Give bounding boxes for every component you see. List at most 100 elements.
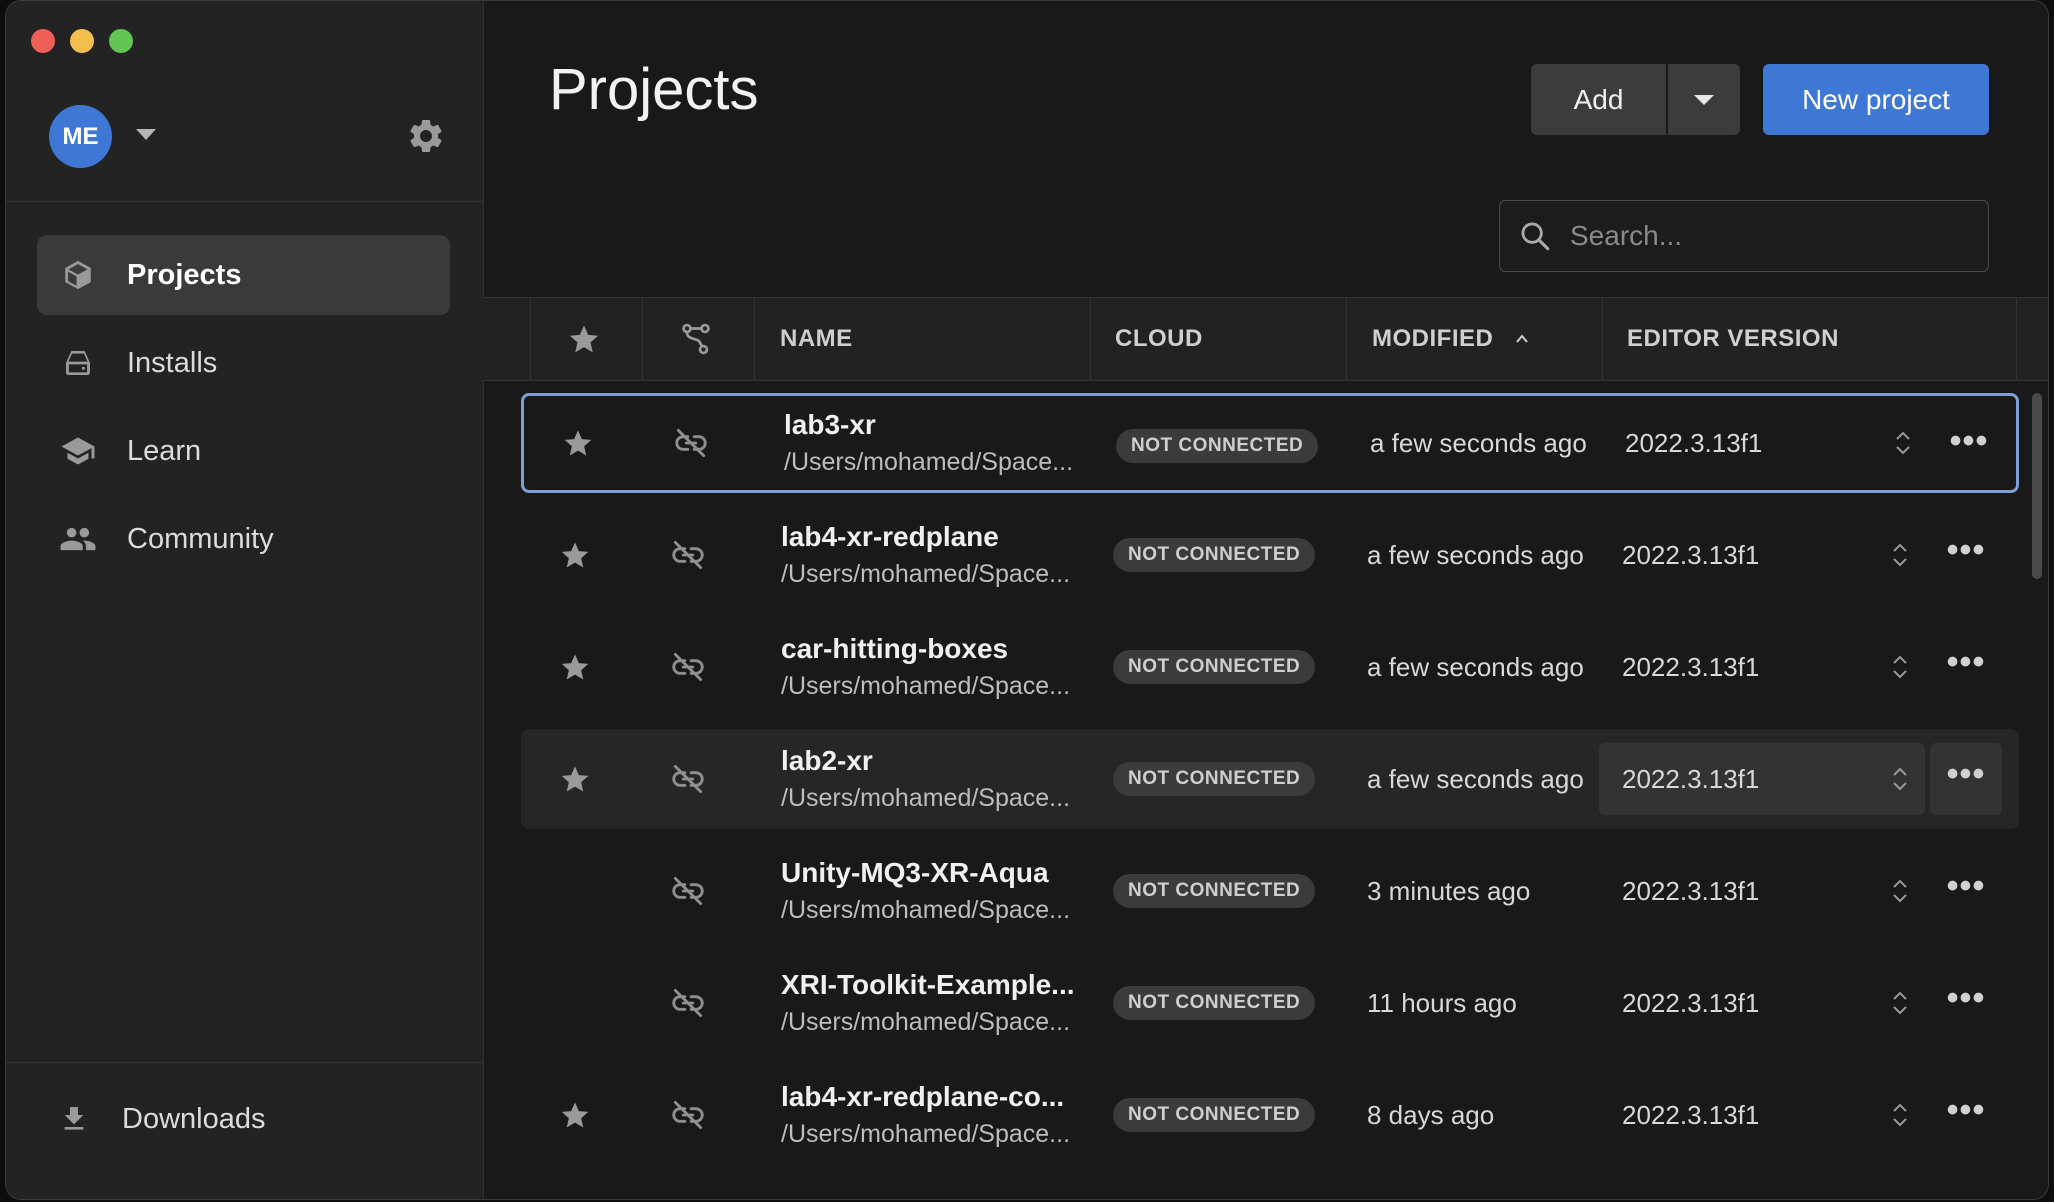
- downloads-label: Downloads: [122, 1102, 266, 1135]
- ellipsis-icon: •••: [1946, 979, 1986, 1017]
- column-header-cloud[interactable]: CLOUD: [1115, 298, 1203, 380]
- link-off-icon: [672, 876, 704, 906]
- more-options-button[interactable]: •••: [1933, 410, 2005, 482]
- ellipsis-icon: •••: [1946, 755, 1986, 793]
- project-path: /Users/mohamed/Space...: [781, 1008, 1071, 1036]
- chevron-up-down-icon[interactable]: [1893, 396, 1913, 490]
- modified-time: a few seconds ago: [1367, 763, 1584, 794]
- project-name-cell[interactable]: XRI-Toolkit-Example... /Users/mohamed/Sp…: [781, 953, 1075, 1053]
- avatar[interactable]: ME: [49, 105, 112, 168]
- column-header-branch[interactable]: [678, 298, 714, 380]
- downloads-button[interactable]: Downloads: [56, 1101, 265, 1137]
- project-name: lab4-xr-redplane: [781, 521, 999, 552]
- project-path: /Users/mohamed/Space...: [781, 784, 1071, 812]
- column-header-name[interactable]: NAME: [780, 298, 853, 380]
- cloud-link-status: [669, 953, 709, 1053]
- chevron-up-down-icon[interactable]: [1890, 617, 1910, 717]
- sidebar-item-community[interactable]: Community: [37, 499, 450, 579]
- sidebar: ME Projects Installs Learn Community Dow…: [6, 1, 484, 1199]
- favorite-toggle[interactable]: [559, 617, 599, 717]
- table-header: NAME CLOUD MODIFIED EDITOR VERSION: [483, 297, 2048, 381]
- editor-version: 2022.3.13f1: [1622, 651, 1760, 682]
- sidebar-item-installs[interactable]: Installs: [37, 323, 450, 403]
- column-header-modified[interactable]: MODIFIED: [1372, 298, 1529, 380]
- project-path: /Users/mohamed/Space...: [781, 1120, 1071, 1148]
- add-dropdown-button[interactable]: [1668, 64, 1740, 135]
- close-window-button[interactable]: [31, 29, 55, 53]
- column-divider: [754, 298, 755, 380]
- modified-time: a few seconds ago: [1367, 539, 1584, 570]
- project-path: /Users/mohamed/Space...: [781, 896, 1071, 924]
- project-path: /Users/mohamed/Space...: [781, 672, 1071, 700]
- chevron-up-down-icon[interactable]: [1890, 841, 1910, 941]
- more-options-button[interactable]: •••: [1930, 967, 2002, 1039]
- favorite-toggle[interactable]: [562, 396, 602, 490]
- link-off-icon: [672, 1100, 704, 1130]
- project-path: /Users/mohamed/Space...: [781, 560, 1071, 588]
- table-row[interactable]: lab2-xr /Users/mohamed/Space... NOT CONN…: [521, 729, 2019, 829]
- chevron-down-icon: [1694, 94, 1714, 105]
- column-divider: [1346, 298, 1347, 380]
- cloud-status-badge: NOT CONNECTED: [1113, 762, 1316, 796]
- table-row[interactable]: lab4-xr-redplane /Users/mohamed/Space...…: [521, 505, 2019, 605]
- project-name: Unity-MQ3-XR-Aqua: [781, 857, 1049, 888]
- favorite-toggle[interactable]: [559, 729, 599, 829]
- zoom-window-button[interactable]: [109, 29, 133, 53]
- scrollbar[interactable]: [2032, 393, 2042, 579]
- search-input[interactable]: [1568, 219, 1952, 253]
- project-name-cell[interactable]: lab4-xr-redplane /Users/mohamed/Space...: [781, 505, 1070, 605]
- favorite-toggle[interactable]: [559, 505, 599, 605]
- more-options-button[interactable]: •••: [1930, 855, 2002, 927]
- table-row[interactable]: car-hitting-boxes /Users/mohamed/Space..…: [521, 617, 2019, 717]
- projects-table-body: lab3-xr /Users/mohamed/Space... NOT CONN…: [483, 379, 2048, 1199]
- project-name-cell[interactable]: lab3-xr /Users/mohamed/Space...: [784, 396, 1073, 490]
- project-name-cell[interactable]: lab4-xr-redplane-co... /Users/mohamed/Sp…: [781, 1065, 1070, 1165]
- cloud-link-status: [672, 396, 712, 490]
- modified-time: 11 hours ago: [1367, 987, 1517, 1018]
- search-box[interactable]: [1499, 200, 1989, 272]
- chevron-up-down-icon[interactable]: [1890, 953, 1910, 1053]
- cloud-link-status: [669, 505, 709, 605]
- cloud-status-badge: NOT CONNECTED: [1113, 650, 1316, 684]
- more-options-button[interactable]: •••: [1930, 631, 2002, 703]
- column-divider: [1090, 298, 1091, 380]
- editor-version: 2022.3.13f1: [1622, 875, 1760, 906]
- add-button[interactable]: Add: [1531, 64, 1666, 135]
- sidebar-item-learn[interactable]: Learn: [37, 411, 450, 491]
- editor-version: 2022.3.13f1: [1622, 763, 1760, 794]
- project-name-cell[interactable]: lab2-xr /Users/mohamed/Space...: [781, 729, 1070, 829]
- column-header-favorite[interactable]: [567, 298, 601, 380]
- star-icon: [561, 766, 589, 792]
- link-off-icon: [675, 428, 707, 458]
- more-options-button[interactable]: •••: [1930, 1079, 2002, 1151]
- cube-icon: [59, 256, 97, 294]
- more-options-button[interactable]: •••: [1930, 743, 2002, 815]
- people-icon: [59, 520, 97, 558]
- new-project-button[interactable]: New project: [1763, 64, 1989, 135]
- more-options-button[interactable]: •••: [1930, 519, 2002, 591]
- gear-icon[interactable]: [406, 116, 446, 156]
- editor-version: 2022.3.13f1: [1622, 539, 1760, 570]
- table-row[interactable]: Unity-MQ3-XR-Aqua /Users/mohamed/Space..…: [521, 841, 2019, 941]
- minimize-window-button[interactable]: [70, 29, 94, 53]
- ellipsis-icon: •••: [1946, 867, 1986, 905]
- unity-hub-window: ME Projects Installs Learn Community Dow…: [5, 0, 2049, 1200]
- sidebar-item-label: Projects: [127, 258, 242, 291]
- chevron-up-down-icon[interactable]: [1890, 1065, 1910, 1165]
- editor-version: 2022.3.13f1: [1622, 1099, 1760, 1130]
- account-menu-caret-icon[interactable]: [136, 129, 156, 140]
- column-divider: [642, 298, 643, 380]
- cloud-status-badge: NOT CONNECTED: [1113, 986, 1316, 1020]
- sidebar-item-projects[interactable]: Projects: [37, 235, 450, 315]
- column-header-editor-version[interactable]: EDITOR VERSION: [1627, 298, 1839, 380]
- chevron-up-down-icon[interactable]: [1890, 505, 1910, 605]
- ellipsis-icon: •••: [1946, 643, 1986, 681]
- ellipsis-icon: •••: [1946, 531, 1986, 569]
- table-row[interactable]: XRI-Toolkit-Example... /Users/mohamed/Sp…: [521, 953, 2019, 1053]
- chevron-up-down-icon[interactable]: [1890, 729, 1910, 829]
- favorite-toggle[interactable]: [559, 1065, 599, 1165]
- table-row[interactable]: lab4-xr-redplane-co... /Users/mohamed/Sp…: [521, 1065, 2019, 1165]
- project-name-cell[interactable]: car-hitting-boxes /Users/mohamed/Space..…: [781, 617, 1070, 717]
- project-name-cell[interactable]: Unity-MQ3-XR-Aqua /Users/mohamed/Space..…: [781, 841, 1070, 941]
- table-row[interactable]: lab3-xr /Users/mohamed/Space... NOT CONN…: [521, 393, 2019, 493]
